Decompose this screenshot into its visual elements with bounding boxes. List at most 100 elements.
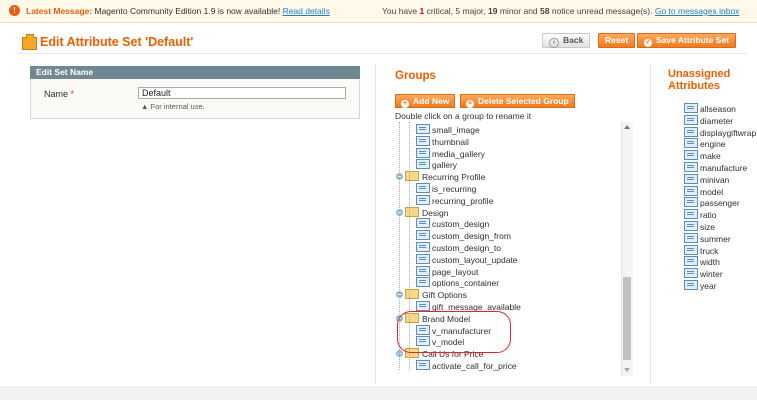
unassigned-attribute[interactable]: winter [684, 268, 723, 279]
tree-node-label: thumbnail [432, 136, 469, 147]
folder-icon [405, 171, 419, 182]
unassigned-attribute-label: width [700, 257, 720, 268]
attribute-icon [416, 301, 430, 311]
add-new-label: Add New [413, 96, 450, 106]
attribute-icon [416, 253, 430, 264]
tree-attribute[interactable]: recurring_profile [416, 194, 494, 206]
save-attribute-set-button[interactable]: ✓ Save Attribute Set [637, 33, 736, 48]
edit-set-name-panel [30, 79, 360, 119]
unassigned-attributes-title: Unassigned Attributes [668, 68, 757, 92]
read-details-link[interactable]: Read details [283, 6, 330, 16]
tree-node-label: media_gallery [432, 148, 485, 159]
tree-node-label: page_layout [432, 266, 479, 277]
unassigned-attribute[interactable]: width [684, 256, 720, 267]
attribute-icon [684, 173, 698, 184]
unassigned-attribute[interactable]: ratio [684, 209, 717, 220]
unassigned-attribute[interactable]: model [684, 185, 723, 197]
tree-group[interactable]: Gift Options [396, 289, 467, 300]
scroll-down-arrow-icon[interactable] [624, 368, 630, 372]
name-input[interactable] [138, 87, 346, 99]
delete-group-label: Delete Selected Group [478, 96, 569, 106]
tree-node-label: small_image [432, 125, 480, 135]
tree-attribute[interactable]: options_container [416, 277, 499, 288]
attribute-icon [684, 209, 698, 220]
attribute-icon [684, 280, 698, 290]
unassigned-attribute[interactable]: make [684, 150, 721, 161]
attribute-icon [684, 197, 698, 208]
scroll-thumb[interactable] [623, 277, 631, 360]
unassigned-attribute[interactable]: summer [684, 232, 731, 244]
unassigned-attribute[interactable]: allseason [684, 103, 736, 114]
tree-node-label: activate_call_for_price [432, 361, 517, 371]
column-divider [375, 64, 376, 384]
unassigned-attribute[interactable]: truck [684, 244, 718, 256]
minor-label: minor and [497, 6, 541, 16]
attribute-icon [684, 126, 698, 137]
required-mark: * [70, 89, 75, 99]
name-hint-text: For internal use. [150, 102, 205, 111]
tree-node-label: is_recurring [432, 184, 477, 194]
system-message-bar: ! Latest Message: Magento Community Edit… [0, 0, 757, 23]
tree-node-label: custom_design_to [432, 243, 501, 253]
latest-message: Latest Message: Magento Community Editio… [26, 6, 330, 16]
tree-node-label: recurring_profile [432, 195, 494, 206]
highlight-annotation [397, 311, 511, 353]
tree-attribute[interactable]: custom_design_from [416, 230, 511, 241]
attribute-icon [684, 232, 698, 243]
tree-node-label: Gift Options [422, 290, 467, 301]
unassigned-attribute[interactable]: passenger [684, 197, 740, 208]
unassigned-attribute[interactable]: manufacture [684, 162, 747, 173]
unassigned-attribute[interactable]: minivan [684, 173, 730, 185]
attribute-icon [416, 183, 430, 193]
attribute-icon [684, 221, 698, 231]
attribute-icon [416, 159, 430, 170]
unassigned-attribute-label: year [700, 281, 717, 291]
unassigned-attribute-label: allseason [700, 104, 736, 114]
unassigned-attribute-label: ratio [700, 210, 717, 221]
tree-attribute[interactable]: media_gallery [416, 147, 485, 159]
unassigned-attribute-label: minivan [700, 174, 730, 185]
latest-message-label: Latest Message: [26, 6, 93, 16]
delete-selected-group-button[interactable]: × Delete Selected Group [460, 94, 575, 108]
tree-attribute[interactable]: custom_design [416, 218, 489, 229]
header-divider [17, 53, 747, 54]
unassigned-attribute[interactable]: engine [684, 138, 726, 149]
attribute-icon [416, 277, 430, 288]
back-button[interactable]: ‹ Back [542, 33, 591, 48]
attribute-icon [684, 162, 698, 172]
tree-attribute[interactable]: activate_call_for_price [416, 360, 517, 371]
tree-attribute[interactable]: custom_design_to [416, 242, 501, 253]
attribute-icon [684, 185, 698, 196]
latest-message-text: Magento Community Edition 1.9 is now ava… [92, 6, 281, 16]
tree-node-label: gallery [432, 160, 458, 171]
scroll-up-arrow-icon[interactable] [624, 125, 630, 129]
name-label: Name * [44, 89, 74, 99]
unassigned-attribute[interactable]: displaygiftwrap [684, 126, 757, 138]
goto-inbox-link[interactable]: Go to messages inbox [655, 6, 740, 16]
attribute-icon [684, 244, 698, 255]
tree-attribute[interactable]: page_layout [416, 265, 479, 277]
unassigned-attribute-label: displaygiftwrap [700, 127, 757, 138]
unassigned-attribute[interactable]: diameter [684, 114, 734, 126]
tree-attribute[interactable]: thumbnail [416, 135, 469, 147]
tree-scrollbar[interactable] [621, 122, 633, 376]
unassigned-attribute-label: diameter [700, 115, 734, 126]
tree-attribute[interactable]: gallery [416, 159, 457, 170]
footer-bar [0, 386, 757, 400]
tree-attribute[interactable]: custom_layout_update [416, 253, 518, 265]
folder-icon [405, 206, 419, 217]
attribute-set-icon [22, 34, 37, 50]
attribute-icon [684, 256, 698, 267]
folder-icon [405, 289, 419, 300]
major-count: , 5 major, [450, 6, 489, 16]
reset-button[interactable]: Reset [598, 33, 636, 48]
add-new-group-button[interactable]: + Add New [395, 94, 456, 108]
tree-group[interactable]: Design [396, 206, 448, 218]
tree-attribute[interactable]: is_recurring [416, 183, 476, 194]
attribute-icon [416, 194, 430, 205]
unassigned-attribute[interactable]: size [684, 221, 715, 232]
unassigned-attribute[interactable]: year [684, 280, 717, 291]
groups-title: Groups [395, 70, 436, 82]
attribute-icon [684, 114, 698, 125]
tree-attribute[interactable]: small_image [416, 124, 480, 135]
